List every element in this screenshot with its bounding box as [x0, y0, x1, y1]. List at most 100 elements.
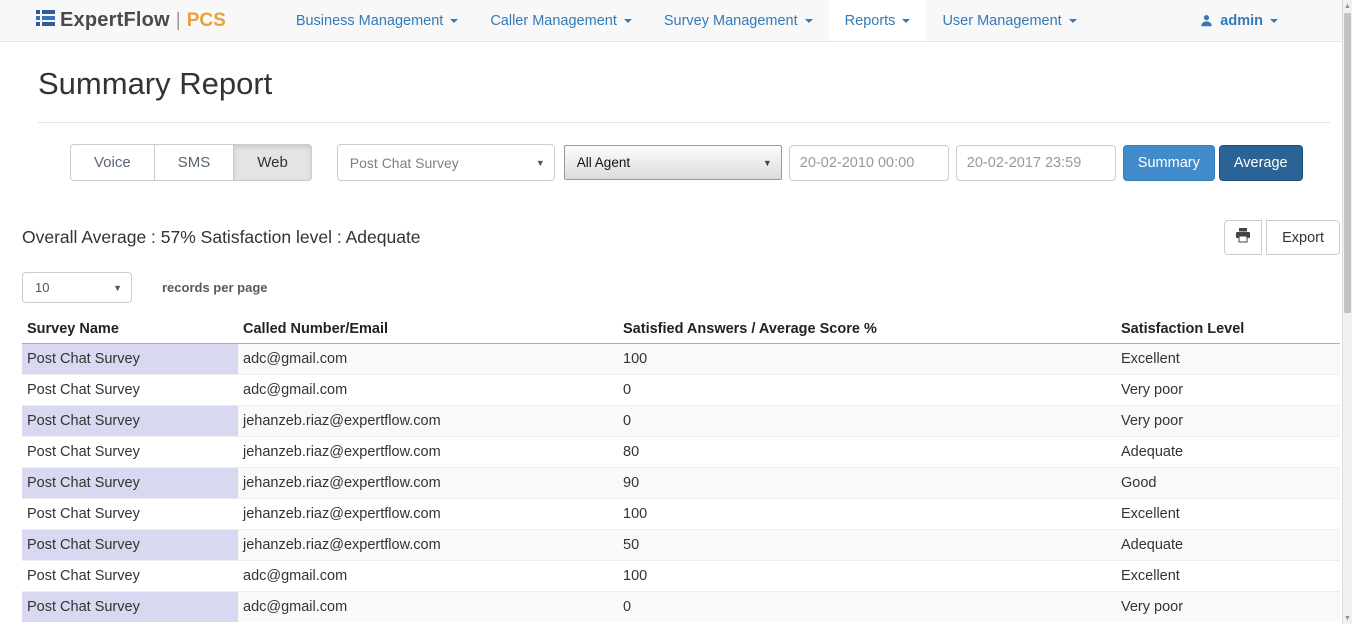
table-cell: 100 [618, 344, 1116, 375]
nav-item-caller-management[interactable]: Caller Management [474, 0, 648, 41]
table-cell: Very poor [1116, 406, 1340, 437]
chevron-down-icon: ▼ [763, 158, 772, 168]
table-header-row: Survey Name Called Number/Email Satisfie… [22, 316, 1340, 344]
table-cell: Post Chat Survey [22, 344, 238, 375]
table-cell: Post Chat Survey [22, 406, 238, 437]
vertical-scrollbar[interactable]: ▲ ▼ [1342, 0, 1352, 624]
records-per-page-label: records per page [162, 280, 268, 295]
user-label: admin [1220, 13, 1263, 29]
nav-item-reports[interactable]: Reports [829, 0, 927, 41]
table-cell: adc@gmail.com [238, 561, 618, 592]
records-per-page-value: 10 [35, 280, 49, 295]
table-cell: 0 [618, 592, 1116, 623]
table-cell: Very poor [1116, 375, 1340, 406]
survey-select[interactable]: Post Chat Survey ▼ [337, 144, 555, 181]
table-cell: 50 [618, 530, 1116, 561]
table-cell: Post Chat Survey [22, 375, 238, 406]
caret-down-icon [1270, 19, 1278, 23]
export-button[interactable]: Export [1266, 220, 1340, 255]
table-cell: Post Chat Survey [22, 592, 238, 623]
table-row[interactable]: Post Chat Surveyjehanzeb.riaz@expertflow… [22, 468, 1340, 499]
filter-toolbar: Voice SMS Web Post Chat Survey ▼ All Age… [70, 144, 1352, 181]
table-row[interactable]: Post Chat Surveyjehanzeb.riaz@expertflow… [22, 406, 1340, 437]
nav-item-business-management[interactable]: Business Management [280, 0, 475, 41]
nav-item-survey-management[interactable]: Survey Management [648, 0, 829, 41]
table-cell: Post Chat Survey [22, 468, 238, 499]
brand-logo[interactable]: ExpertFlow | PCS [36, 0, 226, 41]
table-cell: jehanzeb.riaz@expertflow.com [238, 468, 618, 499]
printer-icon [1235, 228, 1251, 247]
table-cell: Post Chat Survey [22, 530, 238, 561]
table-cell: Very poor [1116, 592, 1340, 623]
table-row[interactable]: Post Chat Surveyadc@gmail.com0Very poor [22, 592, 1340, 623]
nav-item-label: User Management [942, 13, 1061, 29]
table-row[interactable]: Post Chat Surveyadc@gmail.com100Excellen… [22, 344, 1340, 375]
survey-select-value: Post Chat Survey [350, 155, 459, 171]
scroll-up-arrow-icon[interactable]: ▲ [1343, 0, 1352, 12]
table-row[interactable]: Post Chat Surveyadc@gmail.com0Very poor [22, 375, 1340, 406]
nav-item-user-management[interactable]: User Management [926, 0, 1092, 41]
header-satisfaction-level[interactable]: Satisfaction Level [1116, 316, 1340, 344]
caret-down-icon [902, 19, 910, 23]
average-button[interactable]: Average [1219, 145, 1303, 181]
scrollbar-thumb[interactable] [1344, 13, 1351, 313]
voice-tab[interactable]: Voice [70, 144, 155, 181]
table-cell: 100 [618, 499, 1116, 530]
table-cell: Good [1116, 468, 1340, 499]
caret-down-icon [1069, 19, 1077, 23]
table-cell: jehanzeb.riaz@expertflow.com [238, 499, 618, 530]
nav-item-label: Caller Management [490, 13, 617, 29]
user-icon [1200, 14, 1213, 27]
page-title: Summary Report [38, 66, 1352, 102]
summary-report-table: Survey Name Called Number/Email Satisfie… [22, 316, 1340, 622]
nav-item-label: Reports [845, 13, 896, 29]
overall-average-text: Overall Average : 57% Satisfaction level… [22, 227, 421, 248]
table-cell: 100 [618, 561, 1116, 592]
navbar: ExpertFlow | PCS Business Management Cal… [0, 0, 1352, 42]
nav-menu: Business Management Caller Management Su… [280, 0, 1093, 41]
summary-button[interactable]: Summary [1123, 145, 1215, 181]
expertflow-logo-icon [36, 10, 55, 32]
header-called-number-email[interactable]: Called Number/Email [238, 316, 618, 344]
chevron-down-icon: ▼ [113, 283, 122, 293]
caret-down-icon [450, 19, 458, 23]
header-survey-name[interactable]: Survey Name [22, 316, 238, 344]
table-row[interactable]: Post Chat Surveyjehanzeb.riaz@expertflow… [22, 530, 1340, 561]
table-cell: adc@gmail.com [238, 344, 618, 375]
report-actions: Export [1224, 220, 1340, 255]
title-divider [38, 122, 1330, 123]
sms-tab[interactable]: SMS [155, 144, 235, 181]
date-to-input[interactable] [956, 145, 1116, 181]
caret-down-icon [624, 19, 632, 23]
table-cell: 80 [618, 437, 1116, 468]
table-cell: jehanzeb.riaz@expertflow.com [238, 530, 618, 561]
records-per-page-select[interactable]: 10 ▼ [22, 272, 132, 303]
table-cell: Post Chat Survey [22, 499, 238, 530]
table-row[interactable]: Post Chat Surveyjehanzeb.riaz@expertflow… [22, 499, 1340, 530]
date-from-input[interactable] [789, 145, 949, 181]
print-button[interactable] [1224, 220, 1262, 255]
table-cell: jehanzeb.riaz@expertflow.com [238, 406, 618, 437]
nav-item-label: Business Management [296, 13, 444, 29]
table-cell: adc@gmail.com [238, 592, 618, 623]
brand-suffix: PCS [187, 10, 226, 32]
channel-toggle-group: Voice SMS Web [70, 144, 312, 181]
brand-name: ExpertFlow [60, 9, 170, 32]
table-cell: Post Chat Survey [22, 561, 238, 592]
agent-select-value: All Agent [577, 155, 630, 170]
header-satisfied-answers[interactable]: Satisfied Answers / Average Score % [618, 316, 1116, 344]
table-cell: Post Chat Survey [22, 437, 238, 468]
table-cell: jehanzeb.riaz@expertflow.com [238, 437, 618, 468]
per-page-row: 10 ▼ records per page [22, 272, 1352, 303]
brand-divider: | [176, 10, 181, 32]
table-cell: 0 [618, 406, 1116, 437]
table-row[interactable]: Post Chat Surveyjehanzeb.riaz@expertflow… [22, 437, 1340, 468]
agent-select[interactable]: All Agent ▼ [564, 145, 782, 180]
scroll-down-arrow-icon[interactable]: ▼ [1343, 612, 1352, 624]
table-cell: Excellent [1116, 499, 1340, 530]
nav-item-label: Survey Management [664, 13, 798, 29]
user-menu[interactable]: admin [1200, 0, 1278, 41]
chevron-down-icon: ▼ [536, 158, 545, 168]
table-row[interactable]: Post Chat Surveyadc@gmail.com100Excellen… [22, 561, 1340, 592]
web-tab[interactable]: Web [234, 144, 312, 181]
